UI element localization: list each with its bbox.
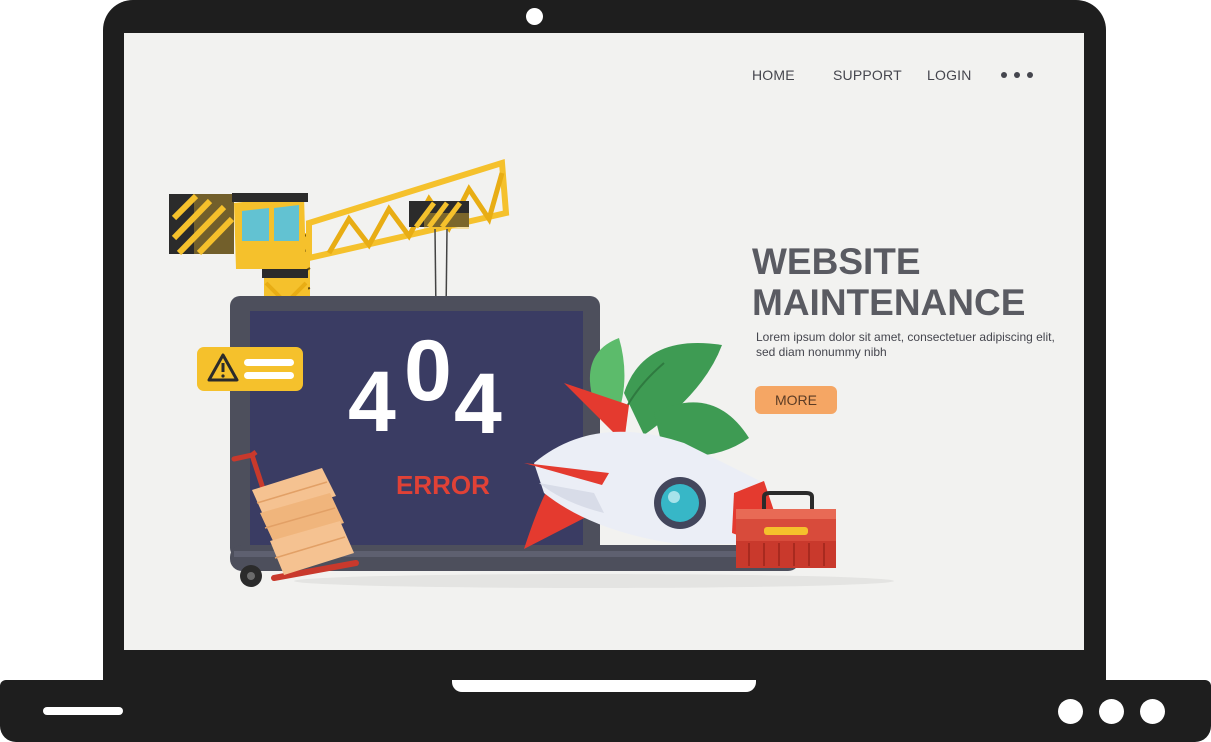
laptop-lid: HOME SUPPORT LOGIN WEBSITE MAINTENANCE L… (103, 0, 1106, 684)
webcam-icon (526, 8, 543, 25)
error-digit-4a: 4 (348, 354, 396, 450)
warning-badge (197, 347, 303, 391)
indicator-light-icon (1058, 699, 1083, 724)
floor-shadow (294, 574, 894, 588)
vent-slot (43, 707, 123, 715)
laptop-base (0, 680, 1211, 742)
error-digit-0: 0 (404, 323, 452, 419)
maintenance-illustration: 4 0 4 ERROR (169, 159, 894, 588)
error-label: ERROR (396, 470, 490, 500)
browser-screen: HOME SUPPORT LOGIN WEBSITE MAINTENANCE L… (124, 33, 1084, 650)
error-digit-4b: 4 (454, 356, 502, 452)
indicator-light-icon (1099, 699, 1124, 724)
trackpad-notch (452, 680, 756, 692)
indicator-light-icon (1140, 699, 1165, 724)
